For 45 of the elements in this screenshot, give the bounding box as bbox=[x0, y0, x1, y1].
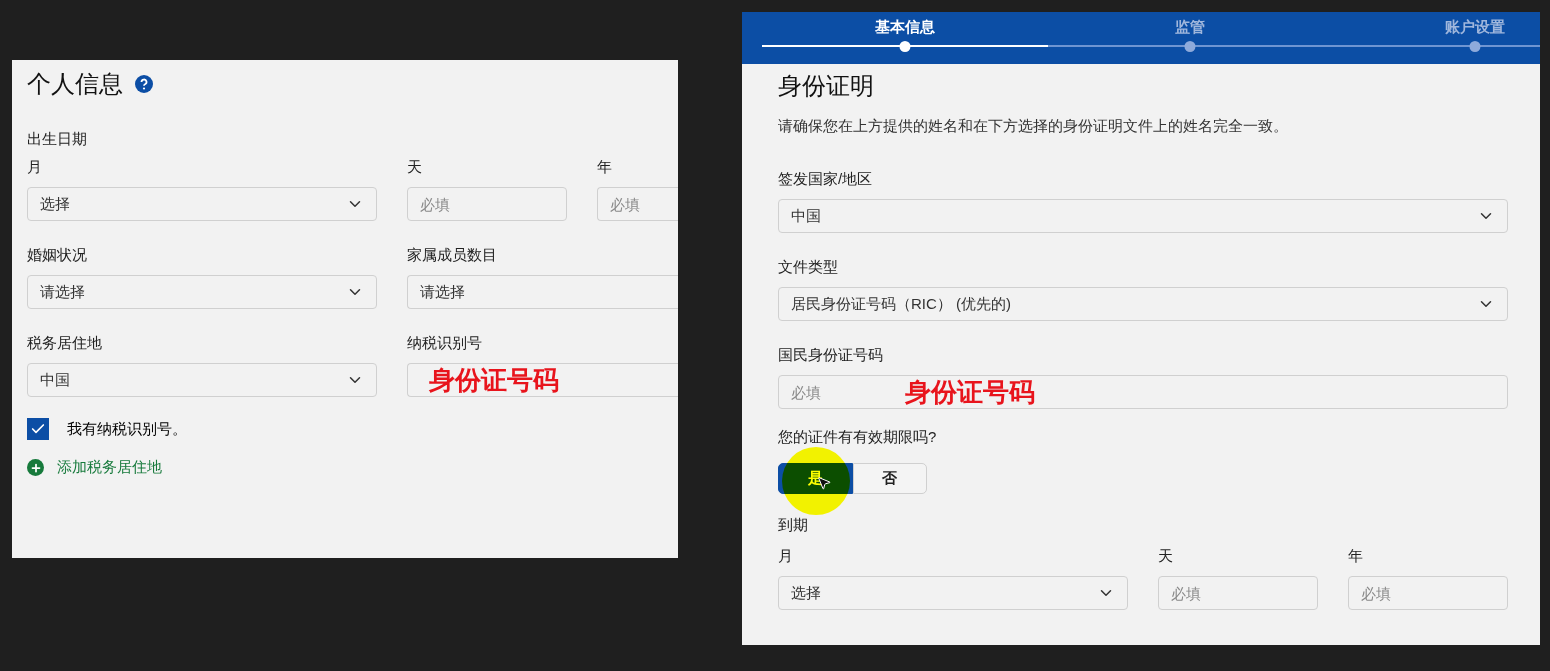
dropdown[interactable]: 请选择 bbox=[27, 275, 377, 309]
add-link[interactable]: 添加税务居住地 bbox=[57, 458, 162, 477]
help-icon[interactable] bbox=[135, 75, 153, 93]
checkbox[interactable] bbox=[27, 418, 49, 440]
field-label: 年 bbox=[1348, 547, 1364, 566]
step-tab[interactable]: 监管 bbox=[1175, 18, 1205, 37]
annotation-text: 身份证号码 bbox=[905, 375, 1035, 409]
dropdown[interactable]: 选择 bbox=[27, 187, 377, 221]
input-field[interactable]: 必填 bbox=[1348, 576, 1508, 610]
field-label: 您的证件有有效期限吗? bbox=[778, 428, 938, 447]
step-dot bbox=[899, 41, 911, 52]
toggle-option[interactable]: 否 bbox=[852, 463, 927, 494]
field-label: 天 bbox=[407, 158, 423, 177]
input-field[interactable] bbox=[407, 363, 678, 397]
field-label: 国民身份证号码 bbox=[778, 346, 884, 365]
dropdown[interactable]: 选择 bbox=[778, 576, 1128, 610]
field-label: 家属成员数目 bbox=[407, 246, 498, 265]
dropdown[interactable]: 居民身份证号码（RIC） (优先的) bbox=[778, 287, 1508, 321]
field-label: 天 bbox=[1158, 547, 1174, 566]
step-tab[interactable]: 账户设置 bbox=[1445, 18, 1505, 37]
field-label: 纳税识别号 bbox=[407, 334, 483, 353]
annotation-text: 身份证号码 bbox=[429, 363, 559, 397]
checkbox-label: 我有纳税识别号。 bbox=[67, 419, 187, 439]
step-dot bbox=[1469, 41, 1481, 52]
section-title: 身份证明 bbox=[778, 71, 874, 101]
input-field[interactable]: 必填 bbox=[597, 187, 678, 221]
field-label: 婚姻状况 bbox=[27, 246, 88, 265]
step-dot bbox=[1184, 41, 1196, 52]
field-label: 月 bbox=[778, 547, 794, 566]
description-text: 请确保您在上方提供的姓名和在下方选择的身份证明文件上的姓名完全一致。 bbox=[778, 117, 1289, 136]
field-label: 年 bbox=[597, 158, 613, 177]
dropdown[interactable]: 中国 bbox=[27, 363, 377, 397]
dropdown[interactable]: 请选择 bbox=[407, 275, 678, 309]
field-label: 月 bbox=[27, 158, 43, 177]
section-title: 个人信息 bbox=[27, 69, 123, 99]
input-field[interactable]: 必填 bbox=[1158, 576, 1318, 610]
input-field[interactable]: 必填 bbox=[407, 187, 567, 221]
step-tab[interactable]: 基本信息 bbox=[875, 18, 935, 37]
field-label: 税务居住地 bbox=[27, 334, 103, 353]
field-label: 到期 bbox=[778, 516, 809, 535]
field-label: 签发国家/地区 bbox=[778, 170, 874, 189]
dropdown[interactable]: 中国 bbox=[778, 199, 1508, 233]
add-icon[interactable] bbox=[27, 459, 44, 476]
field-label: 文件类型 bbox=[778, 258, 839, 277]
field-label: 出生日期 bbox=[27, 130, 88, 149]
